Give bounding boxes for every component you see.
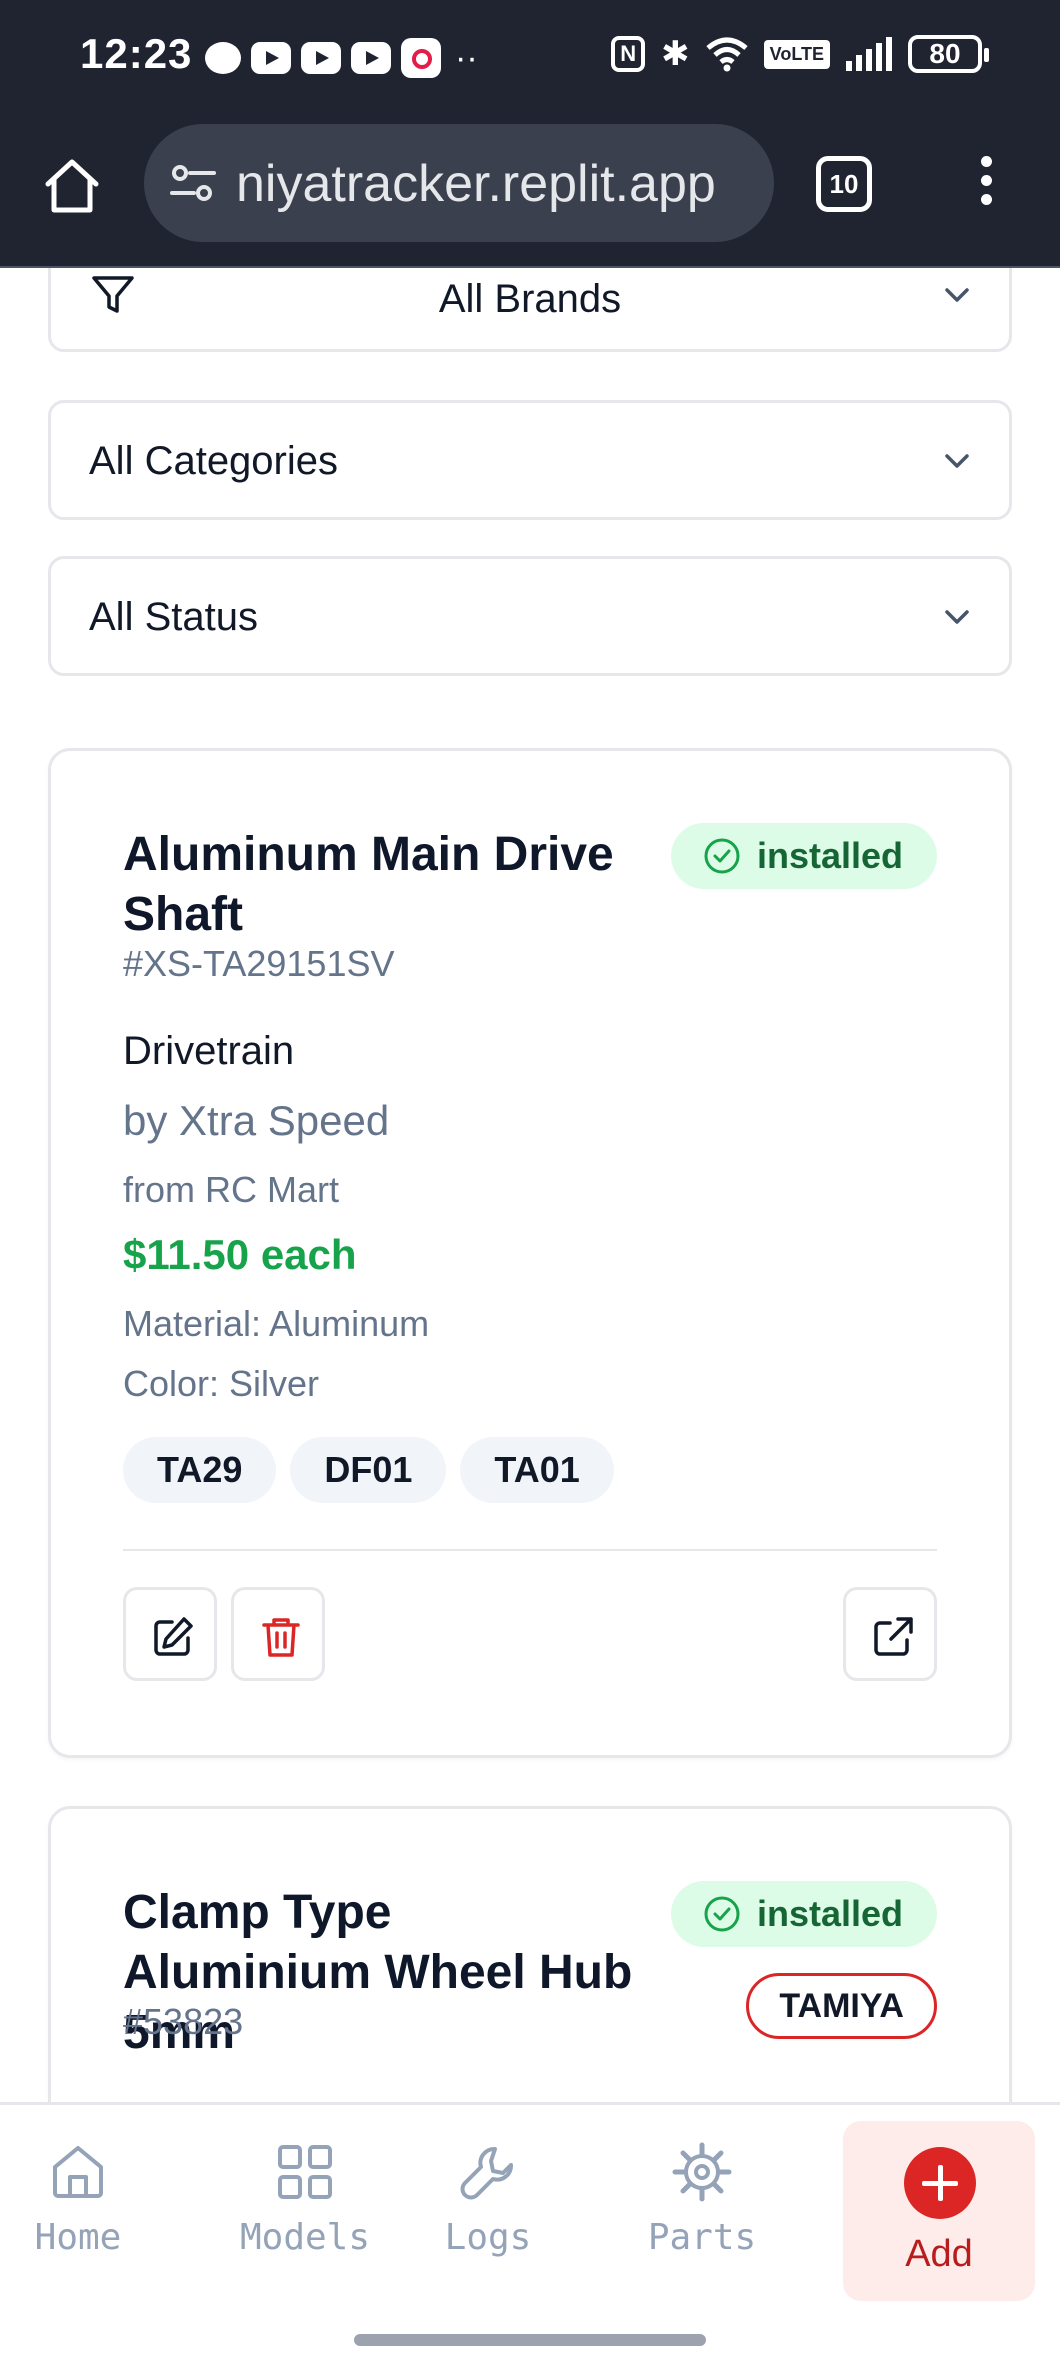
part-color: Color: Silver: [123, 1363, 320, 1404]
part-card: Clamp Type Aluminium Wheel Hub 5mm insta…: [48, 1806, 1012, 2102]
nav-add[interactable]: Add: [843, 2121, 1035, 2301]
status-time: 12:23: [80, 30, 193, 77]
nfc-icon: N: [611, 36, 646, 72]
status-filter-value: All Status: [89, 595, 258, 639]
part-number: #XS-TA29151SV: [123, 943, 395, 984]
youtube-notification-icon: [251, 42, 291, 74]
youtube-notification-icon: [351, 42, 391, 74]
compatible-chassis-list: TA29 DF01 TA01: [123, 1437, 614, 1503]
edit-icon: [154, 1617, 193, 1656]
category-filter-select[interactable]: All Categories: [48, 400, 1012, 520]
nav-logs-label: Logs: [444, 2217, 532, 2258]
nav-models[interactable]: Models: [205, 2105, 405, 2305]
status-badge: installed: [670, 823, 937, 889]
bluetooth-icon: ✱: [661, 35, 690, 73]
category-filter-value: All Categories: [89, 439, 339, 483]
divider: [123, 1549, 937, 1551]
part-material: Material: Aluminum: [123, 1303, 430, 1344]
wrench-icon: [460, 2147, 513, 2200]
chassis-chip: DF01: [290, 1437, 447, 1503]
status-bar: 12:23 ·· N ✱ VoLTE 80: [0, 0, 1060, 116]
brand-badge: TAMIYA: [746, 1973, 937, 2039]
nav-logs[interactable]: Logs: [388, 2105, 588, 2305]
url-text: niyatracker.replit.app: [236, 155, 716, 213]
page-content: All Brands All Categories All Status Alu…: [0, 268, 1060, 2102]
chevron-down-icon: [945, 288, 969, 302]
system-icons: N ✱ VoLTE 80: [611, 34, 989, 74]
address-bar[interactable]: niyatracker.replit.app: [144, 124, 774, 242]
gesture-home-indicator[interactable]: [354, 2334, 706, 2346]
tab-switcher-button[interactable]: 10: [816, 156, 872, 212]
brand-filter-select[interactable]: All Brands: [48, 268, 1012, 352]
edit-button[interactable]: [123, 1587, 217, 1681]
check-circle-icon: [704, 838, 740, 874]
chassis-chip: TA01: [460, 1437, 614, 1503]
status-badge-label: installed: [756, 1893, 903, 1934]
home-icon: [53, 2146, 103, 2198]
part-name: Aluminum Main Drive Shaft: [123, 828, 614, 941]
site-settings-icon[interactable]: [168, 158, 218, 208]
signal-icon: [846, 37, 892, 71]
plus-icon: [904, 2147, 976, 2219]
nav-home-label: Home: [34, 2217, 122, 2258]
battery-icon: 80: [908, 35, 989, 73]
chassis-chip: TA29: [123, 1437, 277, 1503]
chevron-down-icon: [945, 454, 969, 468]
part-card: Aluminum Main Drive Shaft installed #XS-…: [48, 748, 1012, 1758]
part-store: from RC Mart: [123, 1169, 339, 1210]
chat-notification-icon: [205, 42, 241, 74]
status-badge-label: installed: [756, 835, 903, 876]
status-filter-select[interactable]: All Status: [48, 556, 1012, 676]
open-link-button[interactable]: [843, 1587, 937, 1681]
nav-home[interactable]: Home: [0, 2105, 178, 2305]
delete-button[interactable]: [231, 1587, 325, 1681]
grid-icon: [278, 2145, 332, 2199]
wifi-icon: [706, 37, 748, 72]
status-badge: installed: [670, 1881, 937, 1947]
part-price: $11.50 each: [123, 1231, 357, 1278]
more-notifications-icon: ··: [455, 39, 478, 77]
brand-filter-value: All Brands: [438, 277, 622, 321]
part-category: Drivetrain: [123, 1029, 295, 1073]
notification-icons: ··: [205, 38, 478, 78]
home-icon[interactable]: [40, 154, 104, 218]
nav-add-label: Add: [905, 2233, 973, 2275]
part-number: #53823: [123, 2001, 244, 2042]
browser-toolbar: niyatracker.replit.app 10: [0, 116, 1060, 268]
external-link-icon: [874, 1617, 913, 1656]
nav-models-label: Models: [239, 2217, 371, 2258]
youtube-notification-icon: [301, 42, 341, 74]
gear-icon: [672, 2142, 732, 2202]
trash-icon: [262, 1618, 300, 1657]
check-circle-icon: [704, 1896, 740, 1932]
browser-menu-icon[interactable]: [974, 156, 998, 216]
volte-icon: VoLTE: [763, 39, 830, 69]
nav-parts[interactable]: Parts: [602, 2105, 802, 2305]
chevron-down-icon: [945, 610, 969, 624]
camera-notification-icon: [401, 38, 441, 78]
part-brand: by Xtra Speed: [123, 1097, 390, 1144]
nav-parts-label: Parts: [647, 2217, 757, 2258]
